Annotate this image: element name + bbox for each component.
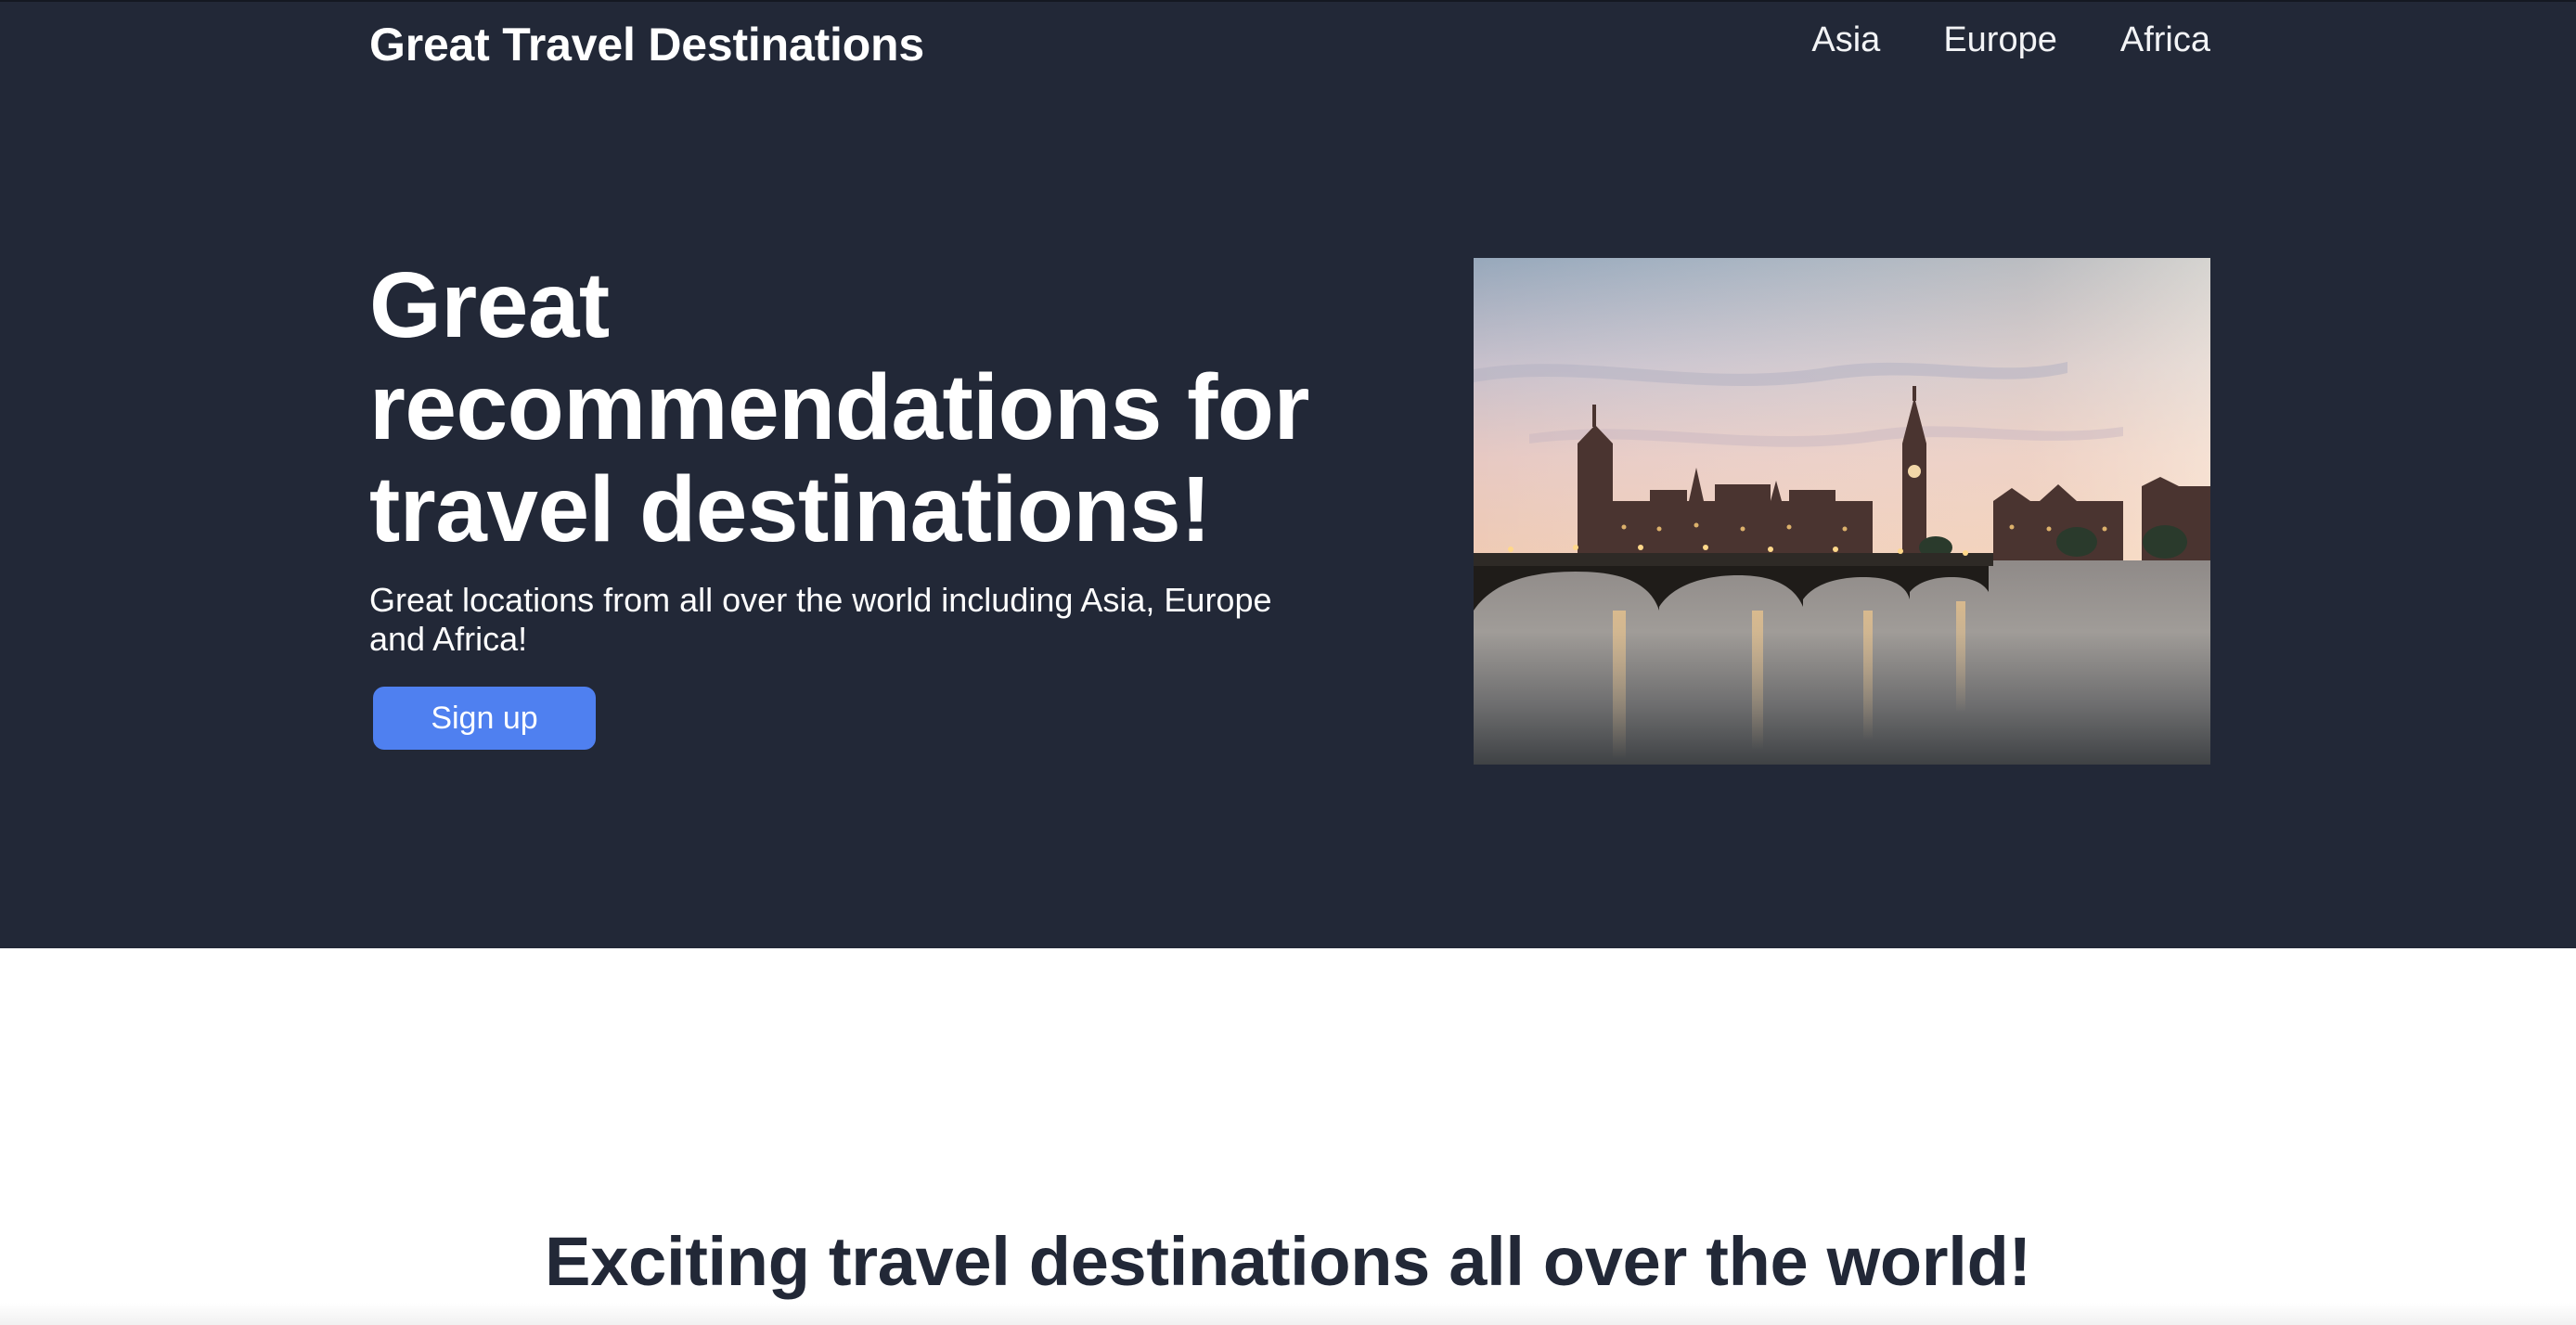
nav-link-asia[interactable]: Asia xyxy=(1811,15,1880,65)
hero-subtitle: Great locations from all over the world … xyxy=(369,581,1272,658)
hero-section: Great Travel Destinations Asia Europe Af… xyxy=(0,0,2576,948)
site-title[interactable]: Great Travel Destinations xyxy=(369,17,924,72)
nav-link-europe[interactable]: Europe xyxy=(1943,15,2057,65)
signup-button[interactable]: Sign up xyxy=(373,687,596,750)
nav-item-africa: Africa xyxy=(2120,15,2210,65)
london-skyline-photo xyxy=(1474,258,2210,765)
hero-image xyxy=(1474,258,2210,765)
nav-item-europe: Europe xyxy=(1943,15,2057,65)
main-nav: Asia Europe Africa xyxy=(1811,15,2210,65)
page-bottom-edge xyxy=(0,1303,2576,1325)
nav-item-asia: Asia xyxy=(1811,15,1880,65)
section-title: Exciting travel destinations all over th… xyxy=(545,1223,2031,1300)
nav-link-africa[interactable]: Africa xyxy=(2120,15,2210,65)
hero-title: Great recommendations for travel destina… xyxy=(369,253,1309,561)
